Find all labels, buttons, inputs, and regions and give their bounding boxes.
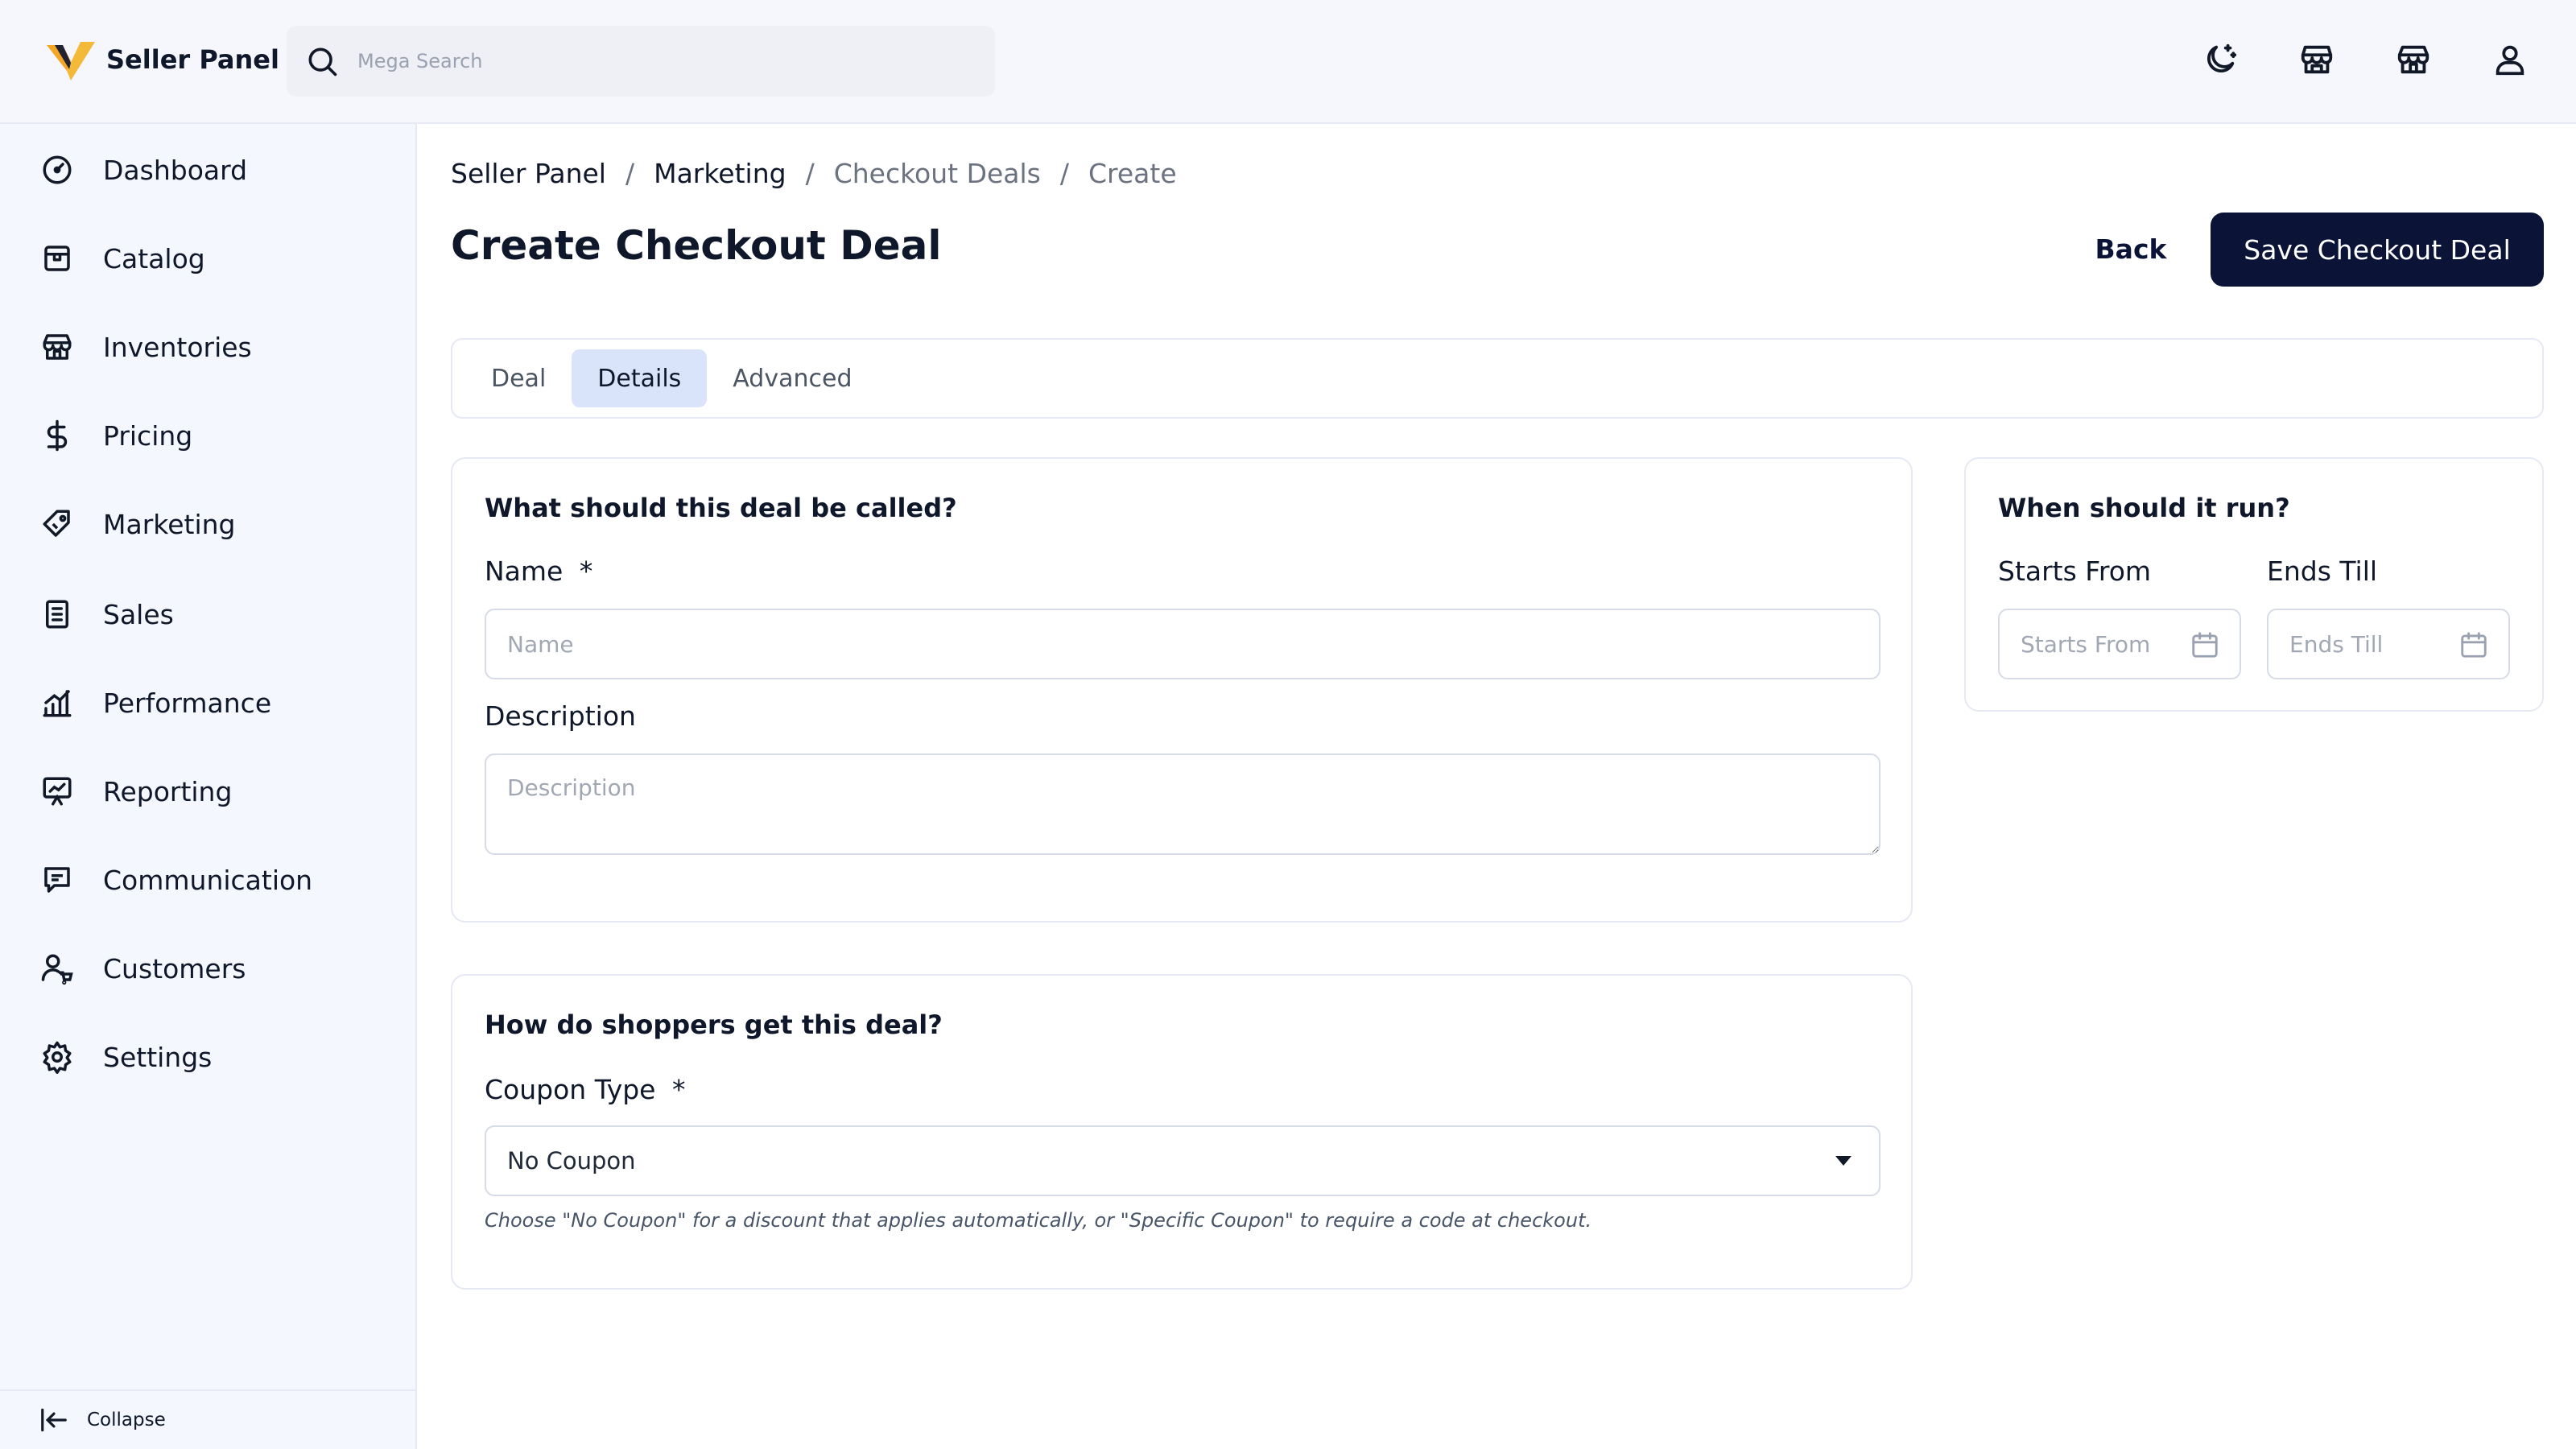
user-icon [2496, 45, 2524, 76]
coupon-card: How do shoppers get this deal? Coupon Ty… [451, 974, 1913, 1290]
sidebar-item-label: Dashboard [103, 154, 248, 186]
sidebar-item-sales[interactable]: Sales [0, 578, 415, 650]
coupon-type-label-text: Coupon Type [485, 1074, 656, 1105]
tab-deal[interactable]: Deal [465, 349, 572, 407]
collapse-label: Collapse [87, 1410, 166, 1430]
sidebar-item-label: Communication [103, 864, 313, 896]
starts-from-label: Starts From [1998, 555, 2152, 587]
sidebar-item-label: Customers [103, 952, 246, 985]
theme-toggle-button[interactable] [2199, 39, 2241, 80]
form-tabs: Deal Details Advanced [451, 338, 2544, 419]
calendar-icon [2192, 632, 2218, 658]
sidebar-item-label: Pricing [103, 419, 193, 452]
collapse-button[interactable]: Collapse [0, 1389, 415, 1449]
breadcrumb-item[interactable]: Checkout Deals [834, 158, 1041, 189]
sidebar-item-performance[interactable]: Performance [0, 667, 415, 739]
required-mark: * [579, 555, 593, 587]
message-icon [44, 867, 70, 893]
schedule-card-title: When should it run? [1998, 493, 2290, 523]
sidebar-item-label: Settings [103, 1041, 213, 1073]
bar-chart-icon [43, 690, 72, 717]
customers-icon [41, 954, 73, 985]
tag-icon [43, 510, 70, 537]
tab-advanced[interactable]: Advanced [707, 349, 877, 407]
sidebar-item-inventories[interactable]: Inventories [0, 311, 415, 383]
brand-name: Seller Panel [106, 44, 279, 75]
sidebar-item-pricing[interactable]: Pricing [0, 399, 415, 472]
description-input[interactable] [485, 753, 1880, 855]
required-mark: * [672, 1074, 686, 1105]
schedule-card: When should it run? Starts From Ends Til… [1964, 457, 2544, 712]
coupon-type-help: Choose "No Coupon" for a discount that a… [485, 1209, 1592, 1232]
store-button[interactable] [2296, 39, 2338, 80]
collapse-icon [41, 1408, 67, 1432]
name-label-text: Name [485, 555, 564, 587]
sidebar-item-customers[interactable]: Customers [0, 932, 415, 1005]
sidebar-item-label: Inventories [103, 331, 252, 363]
sidebar-item-reporting[interactable]: Reporting [0, 755, 415, 828]
sidebar-item-label: Reporting [103, 775, 233, 807]
sidebar-item-catalog[interactable]: Catalog [0, 222, 415, 295]
profile-button[interactable] [2489, 39, 2531, 80]
sidebar-item-label: Sales [103, 598, 174, 630]
sidebar-item-label: Performance [103, 687, 272, 719]
warehouse-icon [2397, 45, 2429, 74]
sidebar: Dashboard Catalog Inventories Pricing Ma… [0, 124, 417, 1449]
breadcrumb-current: Create [1088, 158, 1177, 189]
top-bar: Seller Panel [0, 0, 2576, 124]
breadcrumb-separator: / [1059, 158, 1069, 189]
ends-till-input[interactable]: Ends Till [2267, 609, 2510, 679]
breadcrumb: Seller Panel / Marketing / Checkout Deal… [451, 158, 1177, 189]
mega-search[interactable] [287, 26, 995, 97]
search-input[interactable] [357, 50, 969, 72]
dashboard-icon [43, 155, 72, 184]
deal-name-card-title: What should this deal be called? [485, 493, 957, 523]
deal-name-card: What should this deal be called? Name * … [451, 457, 1913, 923]
starts-from-placeholder: Starts From [2021, 630, 2151, 658]
brand-logo-icon [47, 42, 95, 80]
dollar-icon [47, 419, 68, 452]
ends-till-placeholder: Ends Till [2289, 630, 2384, 658]
breadcrumb-separator: / [625, 158, 635, 189]
sidebar-item-settings[interactable]: Settings [0, 1021, 415, 1093]
description-label: Description [485, 700, 636, 732]
sidebar-item-communication[interactable]: Communication [0, 844, 415, 916]
sidebar-item-label: Marketing [103, 508, 236, 540]
breadcrumb-item[interactable]: Seller Panel [451, 158, 606, 189]
page-title: Create Checkout Deal [451, 222, 942, 269]
name-label: Name * [485, 555, 592, 587]
sidebar-item-dashboard[interactable]: Dashboard [0, 134, 415, 206]
sidebar-item-label: Catalog [103, 242, 205, 275]
caret-down-icon [1835, 1156, 1852, 1166]
sidebar-item-marketing[interactable]: Marketing [0, 488, 415, 560]
warehouse-button[interactable] [2392, 39, 2434, 80]
back-button[interactable]: Back [2067, 213, 2194, 285]
catalog-icon [44, 246, 70, 271]
tab-details[interactable]: Details [572, 349, 708, 407]
inventories-icon [43, 334, 72, 360]
coupon-type-select[interactable]: No Coupon [485, 1125, 1880, 1196]
calendar-icon [2461, 632, 2487, 658]
breadcrumb-item[interactable]: Marketing [654, 158, 786, 189]
store-icon [2301, 45, 2333, 74]
receipt-icon [46, 600, 68, 629]
coupon-type-label: Coupon Type * [485, 1074, 686, 1105]
coupon-type-value: No Coupon [507, 1147, 636, 1174]
brand[interactable]: Seller Panel [45, 34, 279, 85]
gear-icon [43, 1041, 72, 1074]
search-icon [308, 47, 337, 76]
save-checkout-deal-button[interactable]: Save Checkout Deal [2211, 213, 2544, 287]
coupon-card-title: How do shoppers get this deal? [485, 1009, 943, 1040]
name-input[interactable] [485, 609, 1880, 679]
presentation-icon [43, 777, 72, 806]
starts-from-input[interactable]: Starts From [1998, 609, 2241, 679]
top-icon-group [2199, 39, 2531, 80]
theme-toggle-icon [2207, 43, 2237, 72]
breadcrumb-separator: / [805, 158, 815, 189]
ends-till-label: Ends Till [2267, 555, 2378, 587]
